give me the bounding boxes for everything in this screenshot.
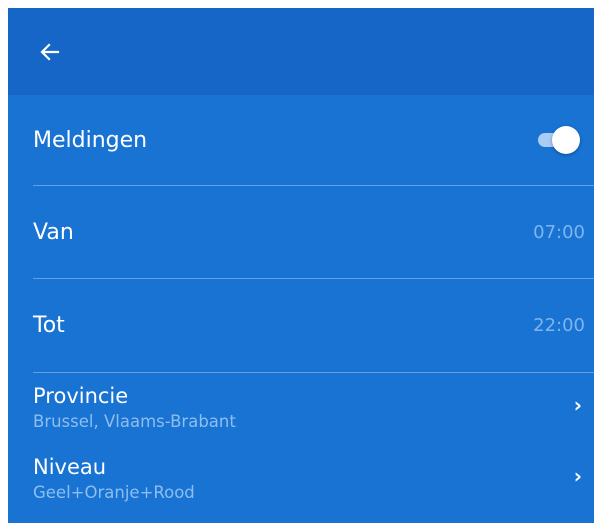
chevron-right-icon: › — [573, 464, 582, 488]
level-row[interactable]: Niveau Geel+Oranje+Rood › — [8, 448, 594, 518]
arrow-left-icon — [40, 42, 60, 61]
level-label: Niveau — [33, 455, 107, 479]
app-bar — [8, 8, 594, 95]
notifications-row[interactable]: Meldingen — [8, 95, 594, 185]
chevron-right-icon: › — [573, 393, 582, 417]
level-text: Niveau Geel+Oranje+Rood — [33, 454, 195, 504]
from-label: Van — [33, 219, 74, 245]
notifications-toggle[interactable] — [534, 126, 580, 154]
to-time-row[interactable]: Tot 22:00 — [8, 279, 594, 371]
settings-screen: Meldingen Van 07:00 Tot 22:00 Provincie … — [8, 8, 594, 523]
notifications-label: Meldingen — [33, 127, 148, 153]
province-text: Provincie Brussel, Vlaams-Brabant — [33, 383, 236, 433]
level-value: Geel+Oranje+Rood — [33, 483, 195, 502]
province-label: Provincie — [33, 384, 129, 408]
province-row[interactable]: Provincie Brussel, Vlaams-Brabant › — [8, 373, 594, 443]
back-button[interactable] — [37, 39, 63, 65]
toggle-thumb — [552, 126, 580, 154]
to-label: Tot — [33, 312, 65, 338]
province-value: Brussel, Vlaams-Brabant — [33, 412, 236, 431]
from-time-value: 07:00 — [533, 221, 585, 243]
to-time-value: 22:00 — [533, 314, 585, 336]
from-time-row[interactable]: Van 07:00 — [8, 186, 594, 278]
